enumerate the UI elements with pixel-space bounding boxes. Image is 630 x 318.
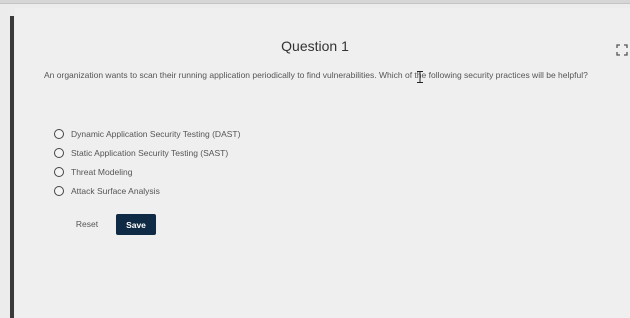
option-label: Dynamic Application Security Testing (DA…	[71, 128, 241, 139]
option-label: Static Application Security Testing (SAS…	[71, 147, 229, 158]
radio-button[interactable]	[54, 185, 64, 196]
option-dast[interactable]: Dynamic Application Security Testing (DA…	[54, 124, 240, 143]
option-sast[interactable]: Static Application Security Testing (SAS…	[54, 143, 240, 162]
option-label: Attack Surface Analysis	[71, 185, 160, 196]
left-border-bar	[10, 16, 14, 318]
option-attack-surface-analysis[interactable]: Attack Surface Analysis	[54, 181, 240, 200]
save-button[interactable]: Save	[116, 214, 156, 235]
question-prompt: An organization wants to scan their runn…	[44, 70, 588, 80]
expand-icon[interactable]	[616, 44, 628, 56]
top-divider	[0, 0, 630, 4]
option-threat-modeling[interactable]: Threat Modeling	[54, 162, 240, 181]
radio-button[interactable]	[54, 128, 64, 139]
answer-options: Dynamic Application Security Testing (DA…	[54, 124, 240, 200]
text-cursor-icon	[417, 71, 423, 83]
reset-button[interactable]: Reset	[68, 214, 106, 234]
radio-button[interactable]	[54, 166, 64, 177]
option-label: Threat Modeling	[71, 166, 133, 177]
radio-button[interactable]	[54, 147, 64, 158]
question-title: Question 1	[281, 38, 349, 54]
